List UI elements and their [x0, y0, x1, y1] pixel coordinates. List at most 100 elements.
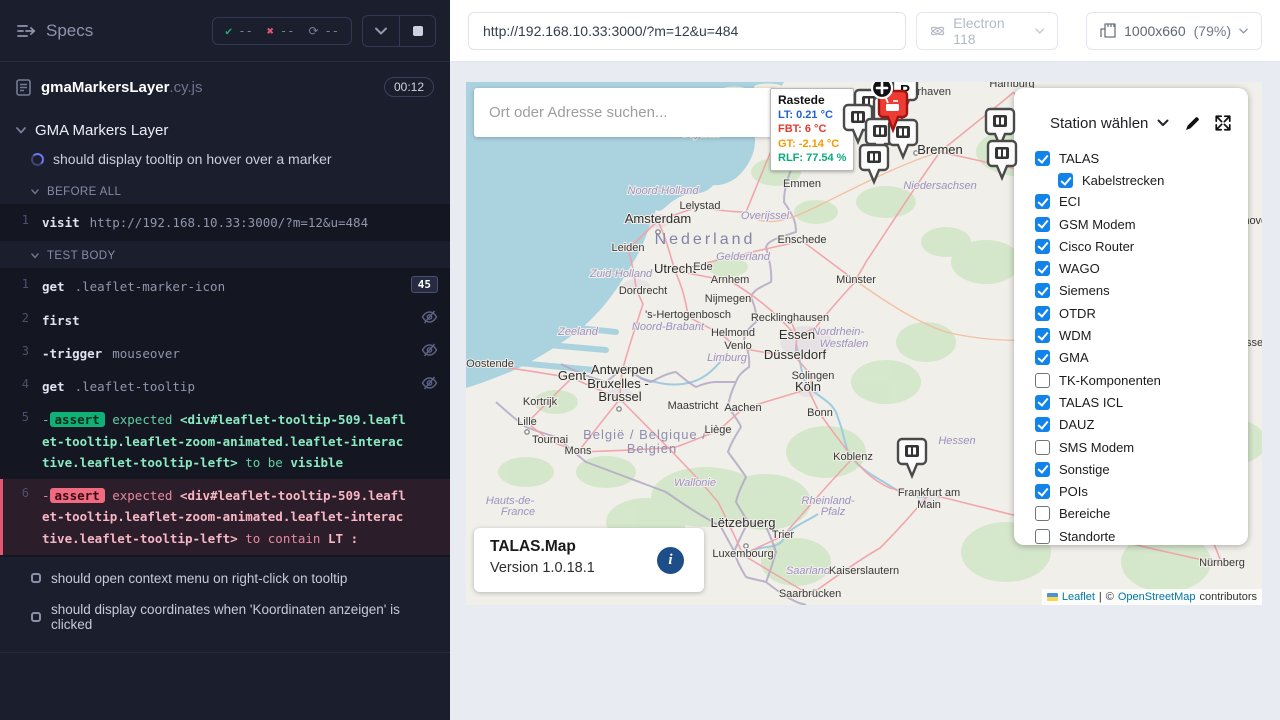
- command-number: 2: [0, 310, 42, 331]
- layer-label: WAGO: [1059, 261, 1100, 276]
- stop-button[interactable]: [399, 16, 435, 46]
- leaflet-link[interactable]: Leaflet: [1062, 591, 1095, 603]
- layer-checkbox-row[interactable]: Kabelstrecken: [1058, 173, 1238, 188]
- checked-checkbox[interactable]: [1035, 217, 1050, 232]
- checked-checkbox[interactable]: [1035, 417, 1050, 432]
- layer-label: Bereiche: [1059, 506, 1110, 521]
- checked-checkbox[interactable]: [1035, 261, 1050, 276]
- layer-label: WDM: [1059, 328, 1092, 343]
- spec-file-row[interactable]: gmaMarkersLayer.cy.js 00:12: [0, 62, 450, 112]
- test-body-commands: 1get.leaflet-marker-icon452first3-trigge…: [0, 268, 450, 557]
- chevron-down-icon: [31, 253, 39, 259]
- check-stat: ✔--: [225, 24, 253, 38]
- version-card: TALAS.Map Version 1.0.18.1 i: [474, 528, 704, 592]
- assert-command-passed[interactable]: 5-assert expected <div#leaflet-tooltip-5…: [0, 403, 450, 479]
- layer-checkbox-row[interactable]: DAUZ: [1035, 417, 1238, 432]
- layer-checkbox-row[interactable]: Standorte: [1035, 529, 1238, 544]
- checked-checkbox[interactable]: [1035, 194, 1050, 209]
- layer-checkbox-row[interactable]: SMS Modem: [1035, 440, 1238, 455]
- command-row[interactable]: 4get.leaflet-tooltip: [0, 370, 450, 403]
- refresh-stat: ⟳--: [308, 24, 339, 38]
- layer-checkbox-row[interactable]: ECI: [1035, 194, 1238, 209]
- layer-label: OTDR: [1059, 306, 1096, 321]
- layer-checkbox-row[interactable]: TALAS: [1035, 151, 1238, 166]
- test-body-section[interactable]: TEST BODY: [0, 241, 450, 268]
- layer-checkbox-row[interactable]: GMA: [1035, 350, 1238, 365]
- chevron-down-icon: [16, 127, 26, 134]
- layer-checkbox-row[interactable]: TK-Komponenten: [1035, 373, 1238, 388]
- specs-list-icon[interactable]: [16, 22, 36, 40]
- browser-select[interactable]: Electron 118: [916, 12, 1058, 50]
- checked-checkbox[interactable]: [1035, 484, 1050, 499]
- layer-checkbox-row[interactable]: TALAS ICL: [1035, 395, 1238, 410]
- command-text: get.leaflet-marker-icon: [42, 276, 450, 297]
- before-all-section[interactable]: BEFORE ALL: [0, 177, 450, 204]
- viewport-select[interactable]: 1000x660 (79%): [1086, 12, 1262, 50]
- collapse-all-button[interactable]: [363, 16, 399, 46]
- checked-checkbox[interactable]: [1035, 283, 1050, 298]
- station-dropdown[interactable]: Station wählen: [1050, 115, 1169, 132]
- osm-link[interactable]: OpenStreetMap: [1118, 591, 1196, 603]
- command-row[interactable]: 2first: [0, 304, 450, 337]
- layer-label: GMA: [1059, 350, 1089, 365]
- layer-label: TK-Komponenten: [1059, 373, 1161, 388]
- map-attribution: Leaflet | © OpenStreetMap contributors: [1042, 589, 1262, 605]
- cross-icon: ✖: [267, 24, 274, 38]
- unchecked-checkbox[interactable]: [1035, 506, 1050, 521]
- fullscreen-expand-icon[interactable]: [1214, 114, 1232, 132]
- checked-checkbox[interactable]: [1035, 350, 1050, 365]
- unchecked-checkbox[interactable]: [1035, 529, 1050, 544]
- checked-checkbox[interactable]: [1035, 462, 1050, 477]
- layer-checkbox-row[interactable]: WAGO: [1035, 261, 1238, 276]
- command-row[interactable]: 1visithttp://192.168.10.33:3000/?m=12&u=…: [0, 206, 450, 239]
- electron-icon: [930, 23, 945, 39]
- pending-test-row[interactable]: should display coordinates when 'Koordin…: [0, 594, 450, 640]
- command-row[interactable]: 1get.leaflet-marker-icon45: [0, 270, 450, 303]
- plus-marker[interactable]: [869, 82, 895, 106]
- layer-checkbox-row[interactable]: POIs: [1035, 484, 1238, 499]
- checked-checkbox[interactable]: [1035, 239, 1050, 254]
- layer-checkbox-row[interactable]: Sonstige: [1035, 462, 1238, 477]
- leaflet-map[interactable]: NederlandBelgië / Belgique /BelgienFrysl…: [466, 82, 1262, 605]
- command-number: 6: [3, 485, 42, 549]
- layer-checkbox-row[interactable]: OTDR: [1035, 306, 1238, 321]
- station-marker-pin[interactable]: [986, 139, 1018, 186]
- pending-test-row[interactable]: should open context menu on right-click …: [0, 563, 450, 594]
- element-count-badge: 45: [411, 276, 438, 293]
- test-stats: ✔--✖--⟳--: [212, 17, 352, 45]
- checked-checkbox[interactable]: [1058, 173, 1073, 188]
- layer-checkbox-row[interactable]: GSM Modem: [1035, 217, 1238, 232]
- assert-command-failed[interactable]: 6-assert expected <div#leaflet-tooltip-5…: [0, 479, 450, 555]
- layer-label: TALAS: [1059, 151, 1099, 166]
- layer-checkbox-row[interactable]: WDM: [1035, 328, 1238, 343]
- layer-label: Siemens: [1059, 283, 1110, 298]
- suite-row[interactable]: GMA Markers Layer: [0, 112, 450, 147]
- command-number: 3: [0, 343, 42, 364]
- checked-checkbox[interactable]: [1035, 306, 1050, 321]
- unchecked-checkbox[interactable]: [1035, 373, 1050, 388]
- url-input[interactable]: [468, 12, 906, 50]
- station-marker-pin[interactable]: [858, 143, 890, 190]
- command-text: get.leaflet-tooltip: [42, 376, 450, 397]
- checked-checkbox[interactable]: [1035, 151, 1050, 166]
- search-input[interactable]: [474, 104, 777, 121]
- layer-checkbox-row[interactable]: Siemens: [1035, 283, 1238, 298]
- layer-checkbox-list: TALAS Kabelstrecken ECI GSM Modem Cisco Rout…: [1014, 132, 1248, 544]
- chevron-down-icon: [375, 27, 387, 35]
- info-icon[interactable]: i: [657, 547, 684, 574]
- edit-pencil-icon[interactable]: [1184, 115, 1201, 132]
- command-number: 5: [0, 409, 42, 473]
- layer-checkbox-row[interactable]: Cisco Router: [1035, 239, 1238, 254]
- layer-label: GSM Modem: [1059, 217, 1136, 232]
- unchecked-checkbox[interactable]: [1035, 440, 1050, 455]
- tooltip-title: Rastede: [778, 93, 846, 108]
- checked-checkbox[interactable]: [1035, 328, 1050, 343]
- station-marker-pin[interactable]: [896, 437, 928, 484]
- command-text: -triggermouseover: [42, 343, 450, 364]
- layer-checkbox-row[interactable]: Bereiche: [1035, 506, 1238, 521]
- command-text: visithttp://192.168.10.33:3000/?m=12&u=4…: [42, 212, 450, 233]
- checked-checkbox[interactable]: [1035, 395, 1050, 410]
- command-row[interactable]: 3-triggermouseover: [0, 337, 450, 370]
- test-row[interactable]: should display tooltip on hover over a m…: [0, 147, 450, 177]
- map-search-box[interactable]: [474, 88, 777, 137]
